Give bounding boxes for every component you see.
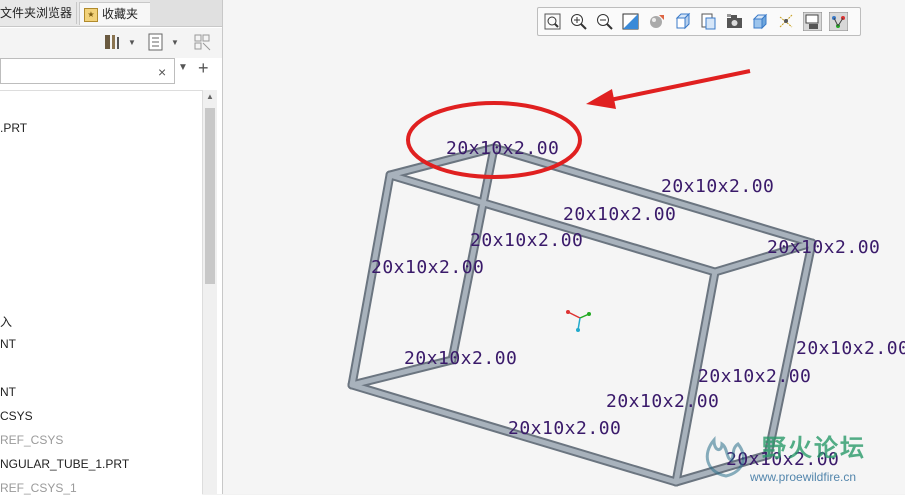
dimension-label[interactable]: 20x10x2.00	[446, 138, 559, 159]
dimension-label[interactable]: 20x10x2.00	[563, 204, 676, 225]
dimension-label[interactable]: 20x10x2.00	[371, 257, 484, 278]
dimension-label[interactable]: 20x10x2.00	[606, 391, 719, 412]
watermark-title: 野火论坛	[762, 435, 866, 462]
dimension-label[interactable]: 20x10x2.00	[698, 366, 811, 387]
dimension-label[interactable]: 20x10x2.00	[404, 348, 517, 369]
dimension-label[interactable]: 20x10x2.00	[796, 338, 905, 359]
dimension-label[interactable]: 20x10x2.00	[470, 230, 583, 251]
coordinate-triad	[566, 310, 591, 332]
highlight-arrow	[586, 69, 751, 109]
watermark-url: www.proewildfire.cn	[750, 470, 857, 484]
dimension-label[interactable]: 20x10x2.00	[767, 237, 880, 258]
dimension-label[interactable]: 20x10x2.00	[661, 176, 774, 197]
flame-logo-icon	[705, 435, 745, 478]
dimension-label[interactable]: 20x10x2.00	[508, 418, 621, 439]
